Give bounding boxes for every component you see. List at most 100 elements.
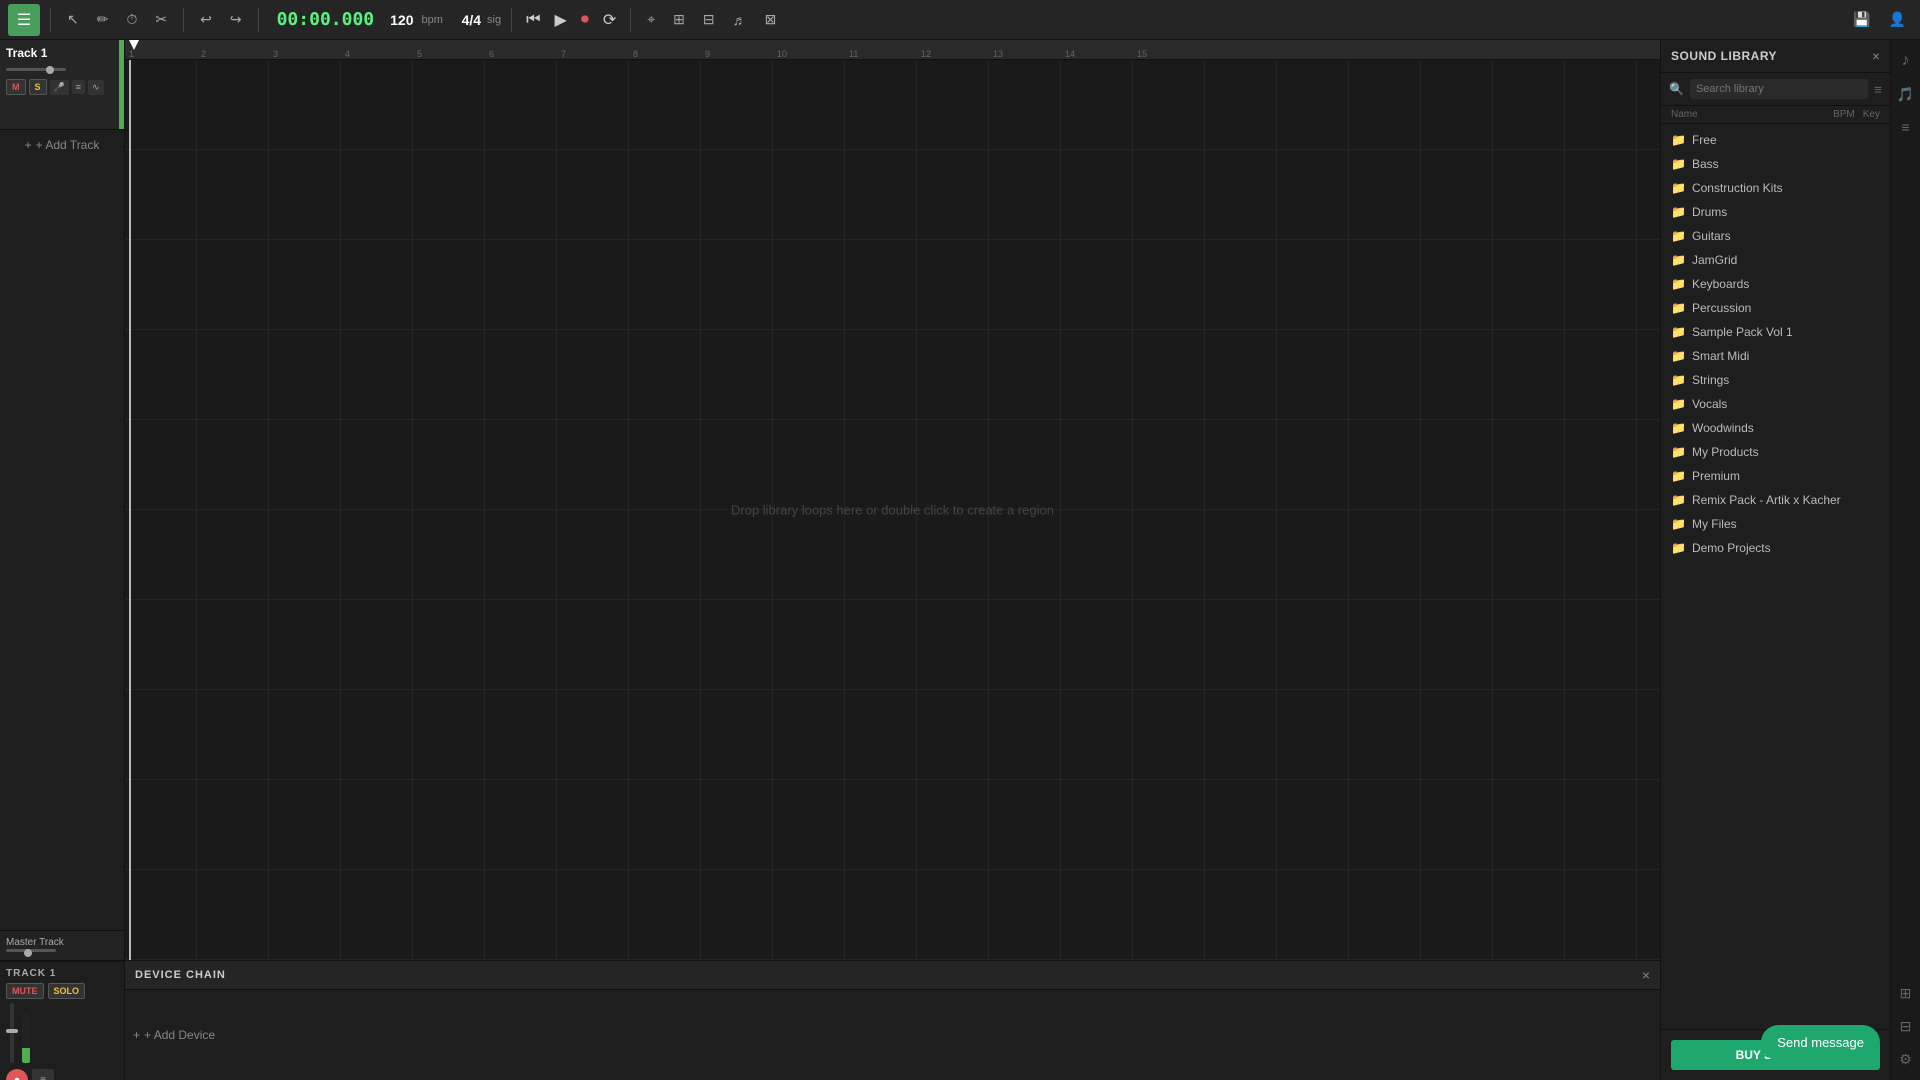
toolbar-divider-2 xyxy=(183,8,184,32)
right-icon-button-3[interactable]: ≡ xyxy=(1897,115,1913,139)
folder-icon-11: 📁 xyxy=(1671,397,1686,411)
sound-library-header: SOUND LIBRARY × xyxy=(1661,40,1890,73)
redo-button[interactable]: ↪ xyxy=(224,7,248,32)
library-item-6[interactable]: 📁Keyboards xyxy=(1661,272,1890,296)
search-icon: 🔍 xyxy=(1669,82,1684,96)
send-message-button[interactable]: Send message xyxy=(1761,1025,1880,1060)
right-icon-button-4[interactable]: ⊞ xyxy=(1896,981,1916,1006)
track-1-volume-slider[interactable] xyxy=(6,68,66,71)
search-input[interactable] xyxy=(1690,79,1868,99)
library-item-4[interactable]: 📁Guitars xyxy=(1661,224,1890,248)
bpm-display[interactable]: 120 xyxy=(390,12,413,28)
right-icon-button-6[interactable]: ⚙ xyxy=(1895,1047,1916,1072)
library-item-name-6: Keyboards xyxy=(1692,277,1749,291)
library-item-2[interactable]: 📁Construction Kits xyxy=(1661,176,1890,200)
track-1-mixer-button[interactable]: ≡ xyxy=(72,80,85,94)
name-column-header: Name xyxy=(1671,109,1833,120)
center-and-library: Track 1 M S 🎤 ≡ ∿ xyxy=(0,40,1890,1080)
library-item-3[interactable]: 📁Drums xyxy=(1661,200,1890,224)
library-item-11[interactable]: 📁 Vocals xyxy=(1661,392,1890,416)
right-icon-button-5[interactable]: ⊟ xyxy=(1896,1014,1916,1039)
ruler-mark-5: 5 xyxy=(417,49,422,59)
menu-button[interactable]: ☰ xyxy=(8,4,40,36)
pencil-tool-button[interactable]: ✏ xyxy=(91,7,115,32)
library-item-14[interactable]: 📁Premium xyxy=(1661,464,1890,488)
library-item-0[interactable]: 📁Free xyxy=(1661,128,1890,152)
track-1-solo-button[interactable]: S xyxy=(29,79,47,95)
midi-button[interactable]: ♬ xyxy=(727,8,753,32)
library-item-8[interactable]: 📁Sample Pack Vol 1 xyxy=(1661,320,1890,344)
library-item-name-17: Demo Projects xyxy=(1692,541,1771,555)
library-item-name-11: Vocals xyxy=(1692,397,1727,411)
track-1-envelope-button[interactable]: ∿ xyxy=(88,80,104,95)
library-item-name-1: Bass xyxy=(1692,157,1719,171)
folder-icon-15: 📁 xyxy=(1671,493,1686,507)
library-item-9[interactable]: 📁Smart Midi xyxy=(1661,344,1890,368)
fader-track-1[interactable] xyxy=(10,1003,14,1063)
time-sig-display[interactable]: 4/4 xyxy=(462,12,481,28)
save-button[interactable]: 💾 xyxy=(1847,7,1876,32)
library-column-headers: Name BPM Key xyxy=(1661,106,1890,124)
track-arm-record-button[interactable]: ⏺ xyxy=(6,1069,28,1080)
timeline-ruler: 1 2 3 4 5 6 7 8 9 10 11 12 13 xyxy=(125,40,1660,60)
library-item-13[interactable]: 📁 My Products xyxy=(1661,440,1890,464)
skip-back-button[interactable]: ⏮ xyxy=(522,7,544,33)
ruler-mark-4: 4 xyxy=(345,49,350,59)
track-1-header: Track 1 M S 🎤 ≡ ∿ xyxy=(0,40,124,130)
library-item-name-13: My Products xyxy=(1692,445,1759,459)
folder-icon-16: 📁 xyxy=(1671,517,1686,531)
select-tool-button[interactable]: ↖ xyxy=(61,7,85,32)
library-item-1[interactable]: 📁 Bass xyxy=(1661,152,1890,176)
undo-button[interactable]: ↩ xyxy=(194,7,218,32)
library-item-name-15: Remix Pack - Artik x Kacher xyxy=(1692,493,1841,507)
folder-icon-13: 📁 xyxy=(1671,445,1686,459)
clock-tool-button[interactable]: ⏱ xyxy=(120,7,143,32)
plugin-button[interactable]: ⊠ xyxy=(759,7,783,32)
library-item-7[interactable]: 📁Percussion xyxy=(1661,296,1890,320)
bottom-solo-button[interactable]: SOLO xyxy=(48,983,86,999)
ruler-mark-3: 3 xyxy=(273,49,278,59)
library-item-16[interactable]: 📁My Files xyxy=(1661,512,1890,536)
sound-library-close-button[interactable]: × xyxy=(1872,48,1880,64)
folder-icon-9: 📁 xyxy=(1671,349,1686,363)
track-mixer-icon-button[interactable]: ≡ xyxy=(32,1069,54,1080)
device-chain-content: + + Add Device xyxy=(125,990,1660,1080)
folder-icon-1: 📁 xyxy=(1671,157,1686,171)
device-chain-close-button[interactable]: × xyxy=(1642,967,1650,983)
library-item-12[interactable]: 📁Woodwinds xyxy=(1661,416,1890,440)
cut-tool-button[interactable]: ✂ xyxy=(149,7,173,32)
right-icon-button-1[interactable]: ♪ xyxy=(1898,48,1914,74)
library-item-17[interactable]: 📁Demo Projects xyxy=(1661,536,1890,560)
quantize-button[interactable]: ⊟ xyxy=(697,7,721,32)
zoom-button[interactable]: ⊞ xyxy=(667,7,691,32)
add-device-button[interactable]: + + Add Device xyxy=(133,1028,215,1042)
toolbar-divider-3 xyxy=(258,8,259,32)
loop-button[interactable]: ⟳ xyxy=(599,6,620,34)
ruler-mark-9: 9 xyxy=(705,49,710,59)
folder-icon-7: 📁 xyxy=(1671,301,1686,315)
key-column-header: Key xyxy=(1863,109,1880,120)
library-item-name-12: Woodwinds xyxy=(1692,421,1754,435)
add-track-button[interactable]: + + Add Track xyxy=(0,130,124,160)
ruler-mark-14: 14 xyxy=(1065,49,1075,59)
add-track-label: + Add Track xyxy=(36,138,100,152)
library-item-5[interactable]: 📁JamGrid xyxy=(1661,248,1890,272)
snap-button[interactable]: ⌖ xyxy=(641,7,661,32)
right-icon-button-2[interactable]: 🎵 xyxy=(1893,82,1918,107)
record-button[interactable]: ⏺ xyxy=(577,7,593,33)
play-button[interactable]: ▶ xyxy=(551,6,571,34)
library-item-name-2: Construction Kits xyxy=(1692,181,1783,195)
library-item-10[interactable]: 📁Strings xyxy=(1661,368,1890,392)
playhead xyxy=(129,60,131,960)
track-area[interactable]: Drop library loops here or double click … xyxy=(125,60,1660,960)
ruler-mark-10: 10 xyxy=(777,49,787,59)
track-1-arm-button[interactable]: 🎤 xyxy=(50,80,69,95)
library-filter-button[interactable]: ≡ xyxy=(1874,82,1882,97)
library-item-15[interactable]: 📁 Remix Pack - Artik x Kacher xyxy=(1661,488,1890,512)
bottom-mute-button[interactable]: MUTE xyxy=(6,983,44,999)
ruler-mark-11: 11 xyxy=(849,49,858,59)
timeline-container: 1 2 3 4 5 6 7 8 9 10 11 12 13 xyxy=(125,40,1660,960)
main-layout: Track 1 M S 🎤 ≡ ∿ xyxy=(0,40,1920,1080)
account-button[interactable]: 👤 xyxy=(1883,7,1912,32)
track-1-mute-button[interactable]: M xyxy=(6,79,26,95)
